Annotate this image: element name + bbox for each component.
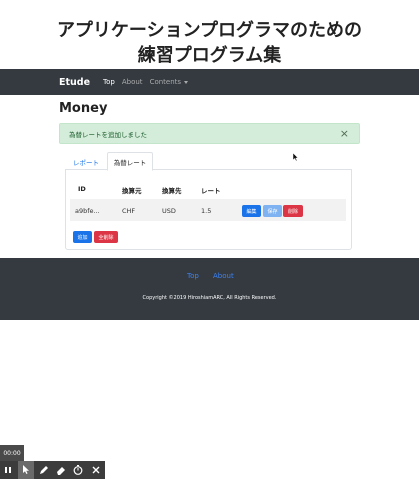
cell-from: CHF [122, 207, 136, 215]
page-title: アプリケーションプログラマのための 練習プログラム集 [0, 18, 419, 68]
close-icon[interactable] [88, 461, 104, 479]
footer [0, 258, 419, 320]
recording-timer: 00:00 [0, 445, 24, 461]
chevron-down-icon [184, 80, 189, 84]
edit-button[interactable]: 編集 [242, 205, 261, 217]
add-button[interactable]: 追加 [73, 231, 92, 243]
navbar-brand[interactable]: Etude [59, 77, 90, 88]
column-header-rate: レート [201, 187, 221, 195]
success-alert: 為替レートを追加しました × [59, 123, 360, 144]
tab-bar: レポート 為替レート [65, 152, 352, 171]
page-title-line2: 練習プログラム集 [137, 45, 282, 66]
tab-report[interactable]: レポート [65, 152, 107, 171]
timer-icon[interactable] [70, 461, 86, 479]
pause-icon[interactable] [0, 461, 16, 479]
copyright-text: Copyright ©2019 HiroshiamARC, All Rights… [142, 295, 277, 301]
cell-id: a9bfe... [75, 207, 100, 215]
cell-to: USD [162, 207, 176, 215]
nav-item-about[interactable]: About [122, 78, 143, 86]
pen-icon[interactable] [36, 461, 52, 479]
nav-item-top[interactable]: Top [103, 78, 115, 86]
nav-item-contents[interactable]: Contents [150, 78, 189, 86]
alert-message: 為替レートを追加しました [69, 130, 147, 139]
pointer-icon[interactable] [18, 461, 34, 479]
footer-link-about[interactable]: About [213, 272, 234, 280]
save-button[interactable]: 保存 [263, 205, 282, 217]
column-header-from: 換算元 [122, 187, 142, 195]
page-title-line1: アプリケーションプログラマのための [56, 20, 363, 41]
close-icon[interactable]: × [340, 128, 349, 139]
column-header-to: 換算先 [162, 187, 182, 195]
footer-link-top[interactable]: Top [187, 272, 199, 280]
main-heading: Money [59, 101, 108, 116]
mouse-cursor-icon [293, 153, 299, 161]
eraser-icon[interactable] [53, 461, 69, 479]
cell-rate: 1.5 [201, 207, 212, 215]
nav-item-contents-label: Contents [149, 78, 182, 86]
delete-all-button[interactable]: 全削除 [94, 231, 118, 243]
navbar: Etude Top About Contents [0, 69, 419, 95]
tab-exchange-rate[interactable]: 為替レート [107, 152, 153, 171]
column-header-id: ID [78, 185, 86, 193]
delete-button[interactable]: 削除 [283, 205, 303, 217]
